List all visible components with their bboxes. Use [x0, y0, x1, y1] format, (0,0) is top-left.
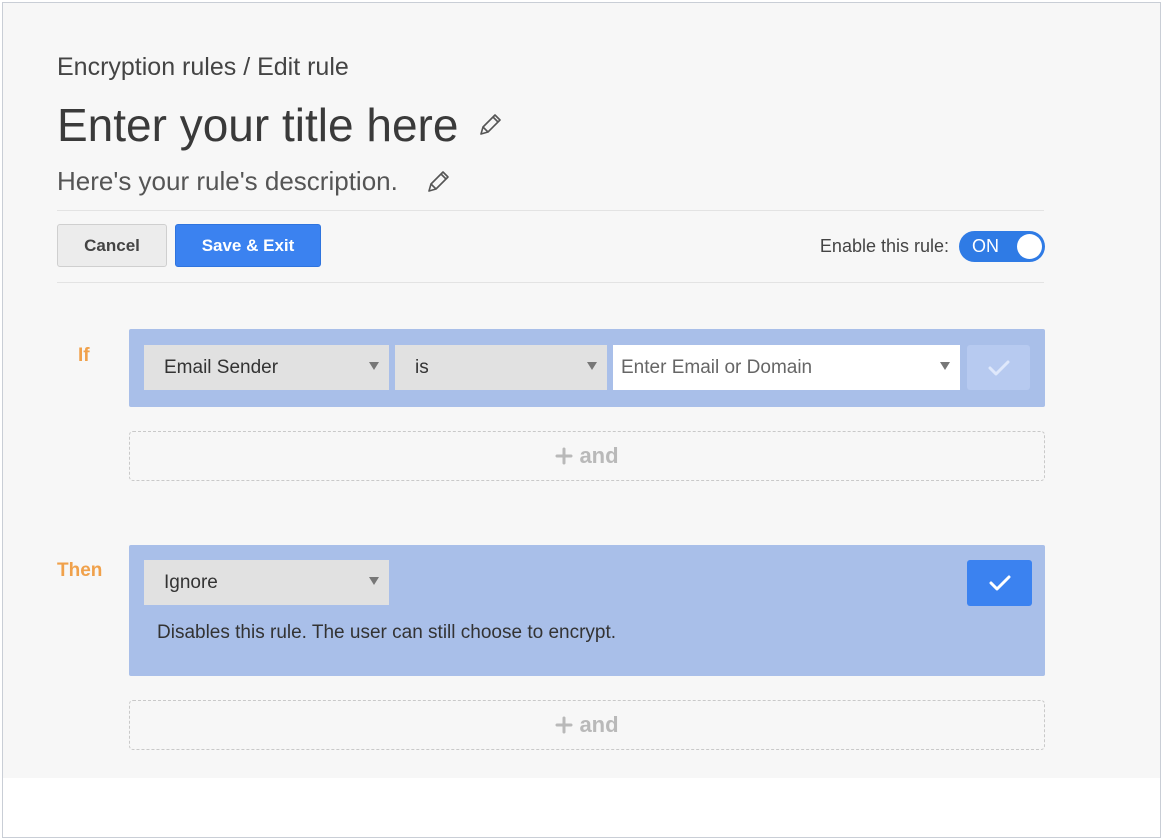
plus-icon: [555, 716, 573, 734]
enable-rule-label: Enable this rule:: [819, 236, 949, 256]
condition-operator-select[interactable]: is: [395, 345, 607, 390]
chevron-down-icon: [940, 362, 950, 370]
edit-title-pencil-icon[interactable]: [476, 111, 504, 139]
edit-description-pencil-icon[interactable]: [424, 168, 452, 196]
add-action-button[interactable]: and: [129, 700, 1045, 750]
description-row: Here's your rule's description.: [57, 166, 452, 197]
check-icon: [988, 360, 1009, 375]
add-condition-button[interactable]: and: [129, 431, 1045, 481]
condition-value-select[interactable]: Enter Email or Domain: [613, 345, 960, 390]
enable-rule-control: Enable this rule: ON: [820, 231, 1045, 262]
rule-editor-panel: Encryption rules / Edit rule Enter your …: [3, 3, 1160, 778]
if-section-label: If: [78, 345, 90, 366]
rule-description[interactable]: Here's your rule's description.: [57, 166, 398, 197]
action-description: Disables this rule. The user can still c…: [157, 622, 617, 643]
if-condition-block: Email Sender is Enter Email or Domain: [129, 329, 1045, 407]
chevron-down-icon: [587, 362, 597, 370]
title-row: Enter your title here: [57, 98, 504, 152]
confirm-action-button[interactable]: [967, 560, 1032, 606]
add-action-label: and: [579, 712, 619, 737]
chevron-down-icon: [369, 577, 379, 585]
editor-frame: Encryption rules / Edit rule Enter your …: [2, 2, 1161, 838]
add-condition-label: and: [579, 443, 619, 468]
check-icon: [989, 575, 1010, 591]
plus-icon: [555, 447, 573, 465]
then-section-label: Then: [57, 560, 103, 581]
cancel-button[interactable]: Cancel: [57, 224, 167, 267]
enable-rule-toggle[interactable]: ON: [959, 231, 1045, 262]
action-select[interactable]: Ignore: [144, 560, 389, 605]
save-exit-button[interactable]: Save & Exit: [175, 224, 321, 267]
condition-field-value: Email Sender: [164, 356, 279, 378]
condition-field-select[interactable]: Email Sender: [144, 345, 389, 390]
condition-value-placeholder: Enter Email or Domain: [621, 356, 813, 378]
then-action-block: Ignore Disables this rule. The user can …: [129, 545, 1045, 676]
condition-operator-value: is: [415, 356, 429, 378]
breadcrumb: Encryption rules / Edit rule: [57, 53, 349, 81]
page-title[interactable]: Enter your title here: [57, 98, 458, 152]
action-value: Ignore: [164, 571, 218, 593]
confirm-condition-button[interactable]: [967, 345, 1030, 390]
chevron-down-icon: [369, 362, 379, 370]
toggle-knob: [1017, 234, 1042, 259]
toggle-state-text: ON: [972, 236, 999, 256]
divider-top: [57, 210, 1044, 211]
divider-bottom: [57, 282, 1044, 283]
